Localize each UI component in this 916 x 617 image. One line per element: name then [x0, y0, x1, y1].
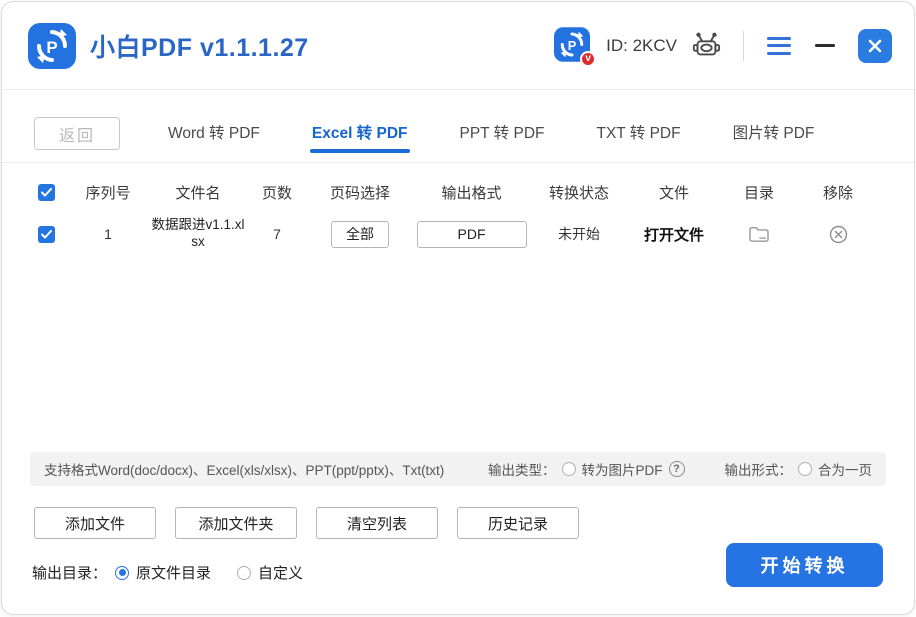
col-header-pages: 页数: [248, 182, 306, 203]
tab-excel-to-pdf[interactable]: Excel 转 PDF: [310, 113, 410, 155]
custom-dir-label: 自定义: [258, 562, 303, 583]
robot-icon[interactable]: [691, 31, 721, 61]
row-index: 1: [68, 226, 148, 242]
radio-original-dir[interactable]: [115, 566, 129, 580]
select-all-checkbox[interactable]: [38, 184, 55, 201]
row-filename: 数据跟进v1.1.xlsx: [150, 217, 246, 251]
add-file-button[interactable]: 添加文件: [34, 507, 156, 539]
help-icon[interactable]: ?: [669, 461, 685, 477]
open-file-link[interactable]: 打开文件: [644, 224, 704, 245]
col-header-filename: 文件名: [148, 182, 248, 203]
app-title: 小白PDF v1.1.1.27: [90, 28, 309, 64]
output-directory-group: 输出目录： 原文件目录 自定义: [32, 562, 321, 583]
tab-txt-to-pdf[interactable]: TXT 转 PDF: [594, 113, 682, 155]
col-header-page-select: 页码选择: [306, 182, 414, 203]
svg-text:P: P: [46, 38, 57, 57]
col-header-directory: 目录: [719, 182, 799, 203]
header-divider: [743, 31, 744, 61]
folder-icon[interactable]: [748, 225, 770, 243]
history-button[interactable]: 历史记录: [457, 507, 579, 539]
check-icon: [41, 230, 52, 239]
col-header-status: 转换状态: [529, 182, 629, 203]
output-format-button[interactable]: PDF: [417, 221, 527, 248]
info-bar: 支持格式Word(doc/docx)、Excel(xls/xlsx)、PPT(p…: [30, 452, 886, 486]
output-type-option-label: 转为图片PDF: [582, 459, 663, 479]
radio-image-pdf[interactable]: [562, 462, 576, 476]
output-form-label: 输出形式：: [725, 459, 793, 479]
vip-badge: v: [580, 51, 596, 67]
account-logo[interactable]: P v: [554, 27, 592, 65]
menu-icon[interactable]: [766, 35, 792, 57]
remove-icon[interactable]: [829, 225, 848, 244]
row-status: 未开始: [529, 224, 629, 244]
table-row: 1 数据跟进v1.1.xlsx 7 全部 PDF 未开始 打开文件: [2, 208, 914, 260]
add-folder-button[interactable]: 添加文件夹: [175, 507, 297, 539]
app-window: P 小白PDF v1.1.1.27 P v ID: 2KCV: [1, 1, 915, 615]
user-id-label: ID: 2KCV: [606, 36, 677, 56]
col-header-file: 文件: [629, 182, 719, 203]
tab-ppt-to-pdf[interactable]: PPT 转 PDF: [458, 113, 547, 155]
clear-list-button[interactable]: 清空列表: [316, 507, 438, 539]
page-select-button[interactable]: 全部: [331, 221, 389, 248]
output-form-option-label: 合为一页: [818, 459, 872, 479]
row-pages: 7: [248, 226, 306, 242]
minimize-button[interactable]: [812, 33, 838, 59]
output-dir-label: 输出目录：: [32, 562, 107, 583]
start-convert-button[interactable]: 开始转换: [726, 543, 883, 587]
col-header-index: 序列号: [68, 182, 148, 203]
row-checkbox[interactable]: [38, 226, 55, 243]
col-header-remove: 移除: [799, 182, 877, 203]
radio-custom-dir[interactable]: [237, 566, 251, 580]
supported-formats-text: 支持格式Word(doc/docx)、Excel(xls/xlsx)、PPT(p…: [44, 459, 444, 479]
tab-word-to-pdf[interactable]: Word 转 PDF: [166, 113, 262, 155]
check-icon: [41, 188, 52, 197]
tab-image-to-pdf[interactable]: 图片转 PDF: [731, 113, 817, 155]
col-header-format: 输出格式: [414, 182, 529, 203]
output-type-label: 输出类型：: [488, 459, 556, 479]
radio-merge-one-page[interactable]: [798, 462, 812, 476]
svg-text:P: P: [568, 37, 577, 52]
table-header: 序列号 文件名 页数 页码选择 输出格式 转换状态 文件 目录 移除: [2, 174, 914, 210]
tab-bar: 返回 Word 转 PDF Excel 转 PDF PPT 转 PDF TXT …: [2, 105, 914, 163]
back-button[interactable]: 返回: [34, 117, 120, 150]
close-button[interactable]: [858, 29, 892, 63]
action-button-row: 添加文件 添加文件夹 清空列表 历史记录: [34, 507, 579, 539]
close-icon: [867, 38, 883, 54]
app-logo-icon: P: [28, 23, 76, 69]
title-bar: P 小白PDF v1.1.1.27 P v ID: 2KCV: [2, 2, 914, 90]
original-dir-label: 原文件目录: [136, 562, 211, 583]
